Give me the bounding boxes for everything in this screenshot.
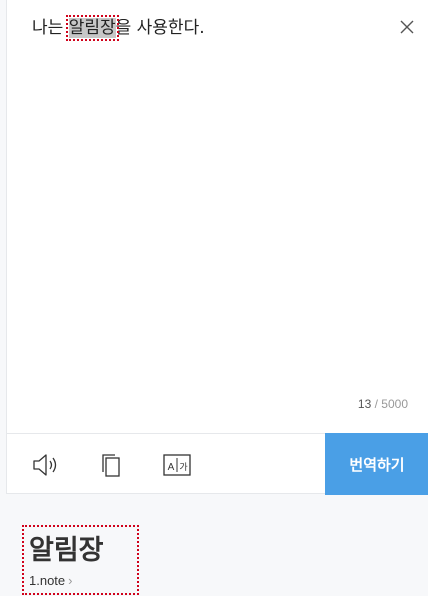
speaker-icon[interactable] xyxy=(31,450,61,480)
counter-separator: / xyxy=(371,397,382,411)
result-word: 알림장 xyxy=(29,535,104,566)
counter-max: 5000 xyxy=(381,397,408,411)
source-text-before: 나는 xyxy=(32,18,69,38)
counter-current: 13 xyxy=(357,397,372,411)
dictionary-icon[interactable]: A 가 xyxy=(162,450,192,480)
source-text[interactable]: 나는 알림장을 사용한다. xyxy=(32,14,205,42)
result-meaning: 1.note xyxy=(29,573,66,588)
translator-panel: 나는 알림장을 사용한다. 13 / 5000 A 가 번역하기 xyxy=(6,0,428,495)
toolbar: A 가 번역하기 xyxy=(7,433,428,495)
result-meaning-link[interactable]: 1.note › xyxy=(29,573,73,588)
character-counter: 13 / 5000 xyxy=(358,397,408,411)
copy-icon[interactable] xyxy=(97,450,127,480)
source-text-after: 을 사용한다. xyxy=(115,18,205,38)
svg-text:A: A xyxy=(168,462,175,473)
close-icon[interactable] xyxy=(400,19,414,34)
svg-text:가: 가 xyxy=(179,462,187,473)
chevron-right-icon: › xyxy=(68,573,73,588)
translate-button[interactable]: 번역하기 xyxy=(325,433,428,495)
dictionary-result: 알림장 1.note › xyxy=(22,525,139,595)
highlighted-word[interactable]: 알림장 xyxy=(65,15,119,41)
